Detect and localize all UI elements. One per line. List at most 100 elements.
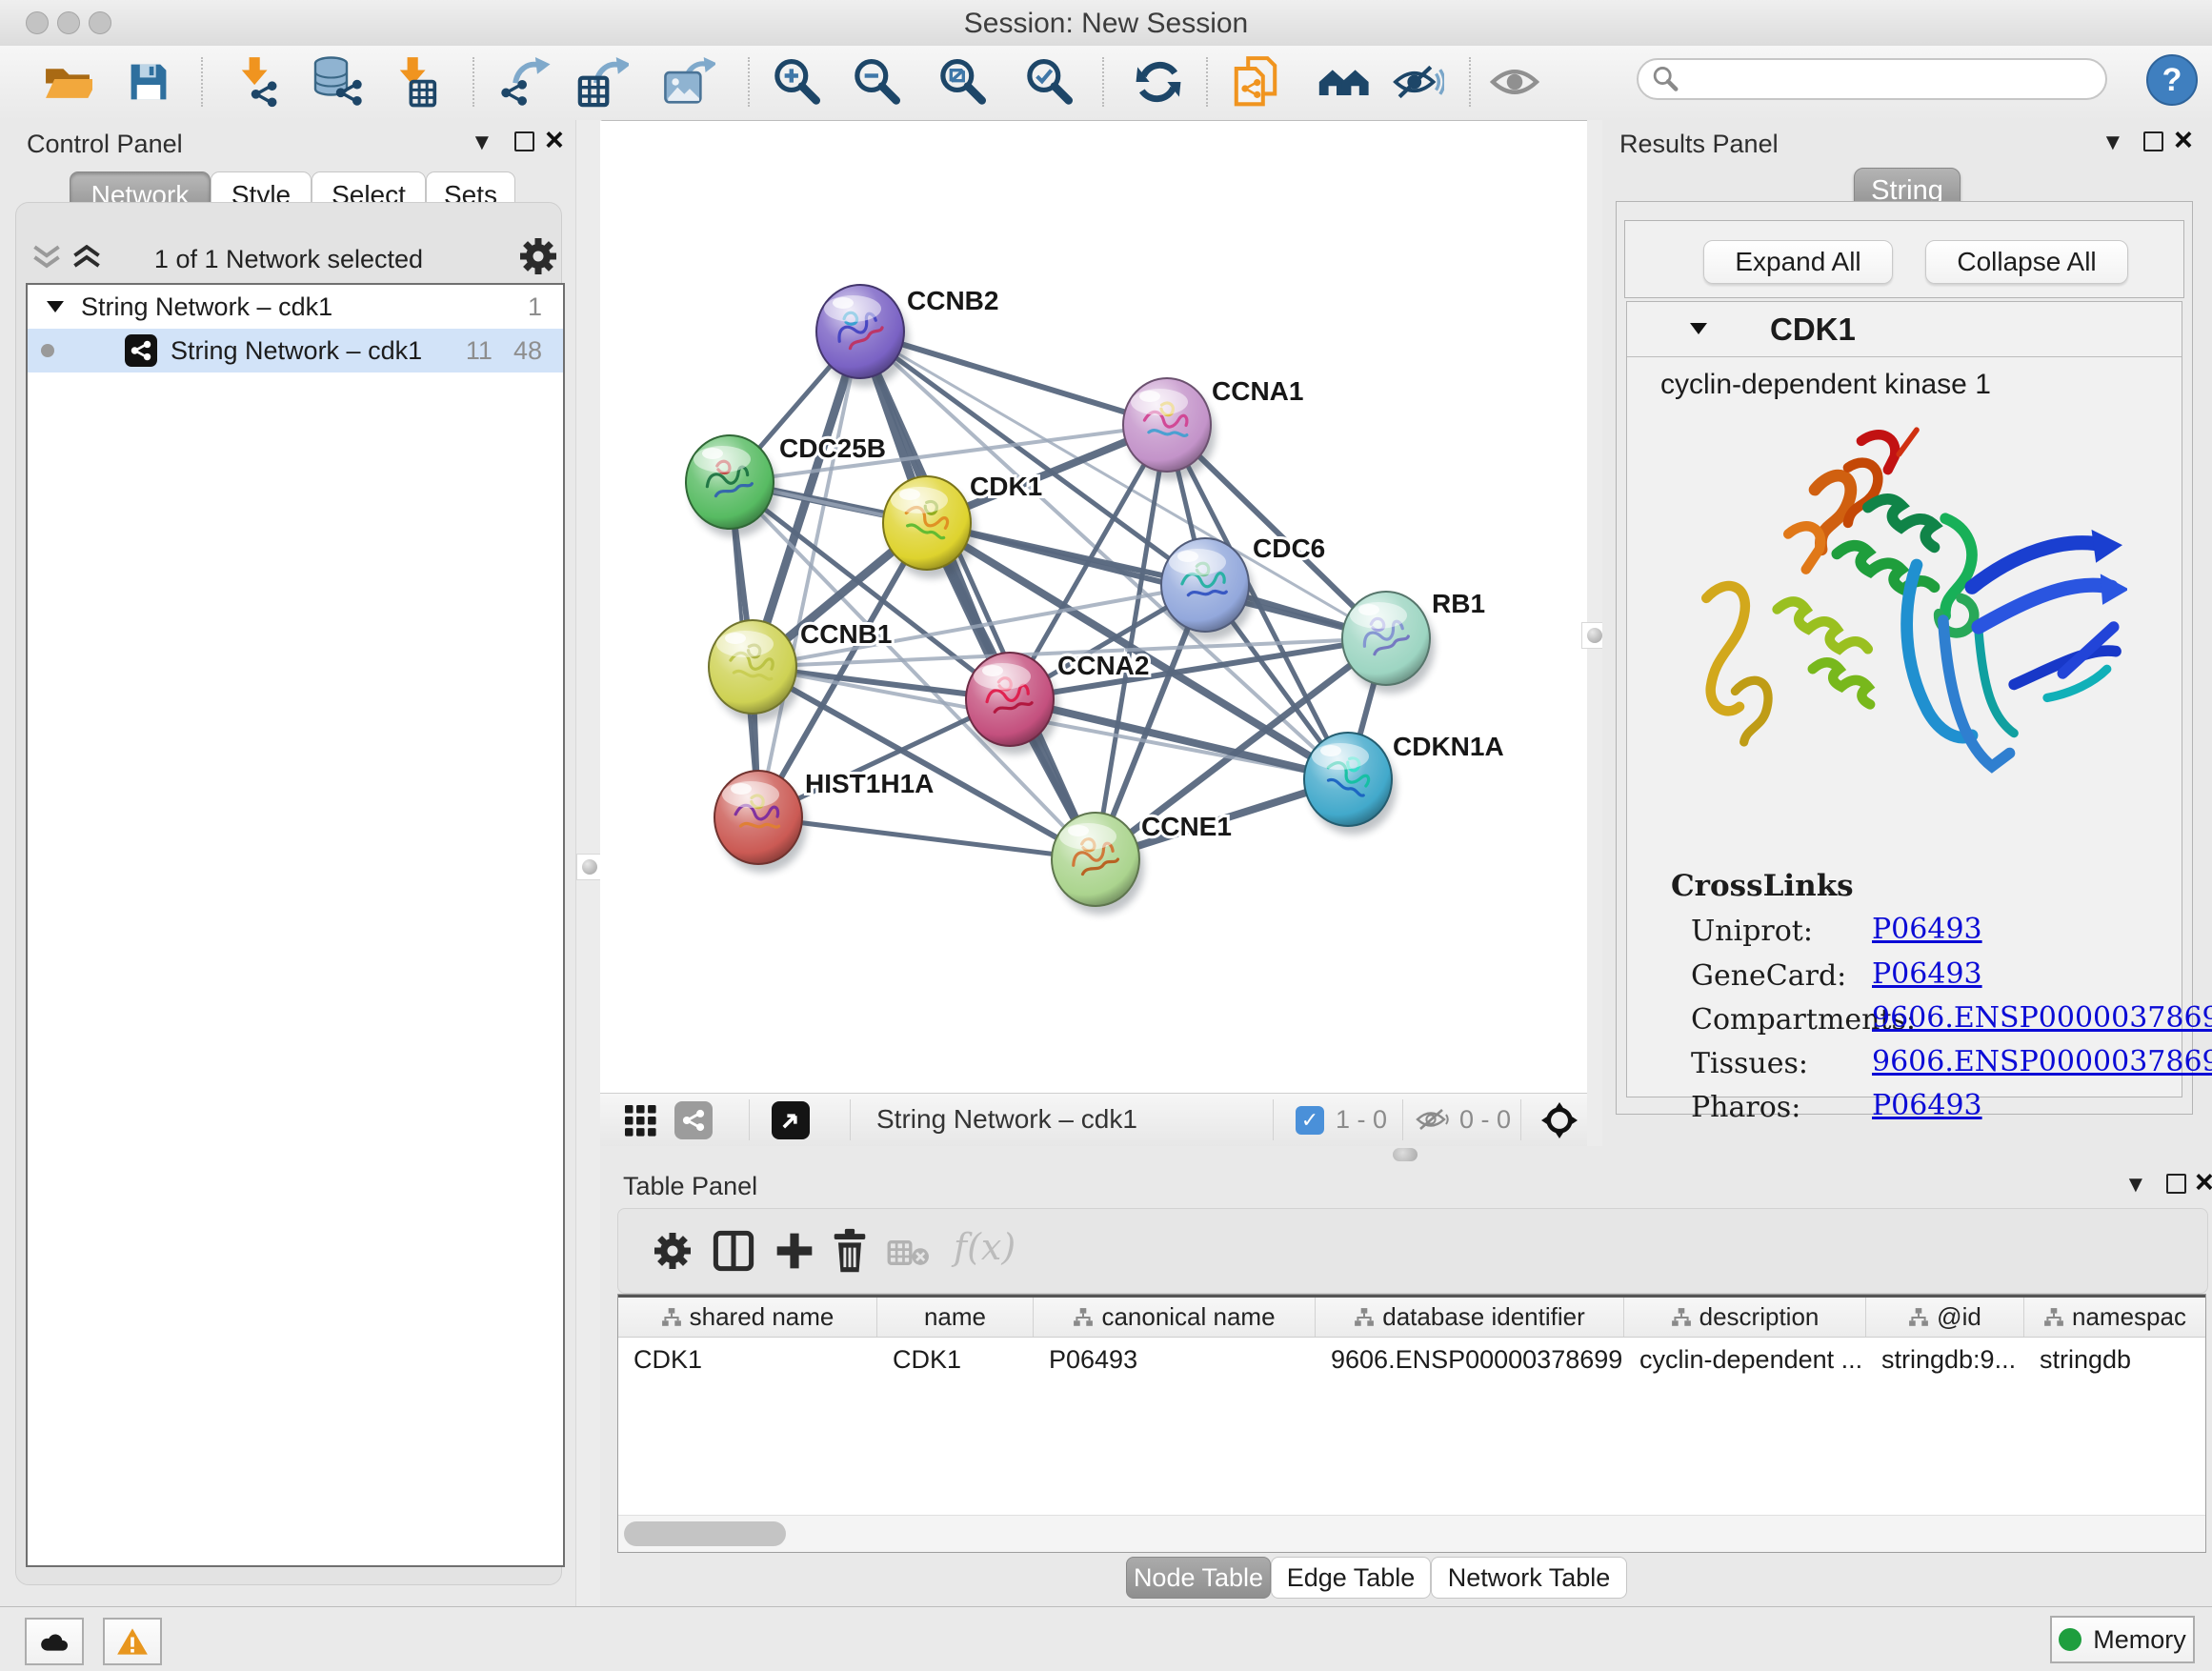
export-table-button[interactable]: [575, 52, 631, 111]
table-panel-float-icon[interactable]: [2166, 1174, 2186, 1194]
crosslink-tissues-link[interactable]: 9606.ENSP00000378699: [1872, 1045, 2212, 1078]
zoom-fit-button[interactable]: [935, 52, 990, 111]
save-session-button[interactable]: [121, 52, 176, 111]
zoom-fit-icon: [937, 57, 987, 107]
node-label-RB1: RB1: [1432, 589, 1485, 618]
results-panel-close-icon[interactable]: ×: [2174, 128, 2193, 152]
column-header-description[interactable]: description: [1624, 1298, 1866, 1337]
control-panel-close-icon[interactable]: ×: [545, 128, 564, 152]
cell-database-identifier[interactable]: 9606.ENSP00000378699: [1316, 1338, 1624, 1381]
birds-eye-view-icon[interactable]: [772, 1101, 810, 1139]
network-node-CCNB2[interactable]: CCNB2: [816, 285, 998, 387]
add-column-icon[interactable]: [774, 1230, 815, 1272]
table-settings-gear-icon[interactable]: [654, 1232, 692, 1270]
network-options-gear-icon[interactable]: [519, 237, 557, 275]
hide-selected-button[interactable]: [1391, 52, 1446, 111]
table-row[interactable]: CDK1 CDK1 P06493 9606.ENSP00000378699 cy…: [618, 1338, 2205, 1381]
horizontal-splitter[interactable]: [600, 1146, 2212, 1164]
scrollbar-thumb[interactable]: [624, 1521, 786, 1546]
toolbar-separator: [1469, 57, 1471, 107]
show-all-button[interactable]: [1487, 52, 1542, 111]
table-header-row: shared name name canonical name database…: [618, 1295, 2205, 1338]
tab-node-table[interactable]: Node Table: [1126, 1557, 1271, 1599]
network-node-CDKN1A[interactable]: CDKN1A: [1304, 732, 1504, 835]
open-session-button[interactable]: [40, 52, 95, 111]
collection-expander-icon[interactable]: [47, 301, 64, 312]
selected-checkbox-icon[interactable]: ✓: [1296, 1106, 1324, 1135]
crosslink-uniprot-link[interactable]: P06493: [1872, 913, 1982, 946]
vertical-splitter-left[interactable]: [575, 120, 602, 1606]
import-network-database-button[interactable]: [311, 52, 366, 111]
network-node-CCNB1[interactable]: CCNB1: [709, 619, 892, 722]
crosslink-pharos-link[interactable]: P06493: [1872, 1089, 1982, 1122]
results-panel-float-icon[interactable]: [2143, 131, 2163, 151]
export-network-button[interactable]: [497, 52, 553, 111]
column-header-id[interactable]: @id: [1866, 1298, 2024, 1337]
refresh-button[interactable]: [1131, 52, 1186, 111]
column-header-database-identifier[interactable]: database identifier: [1316, 1298, 1624, 1337]
network-node-CDK1[interactable]: CDK1: [883, 472, 1042, 578]
control-panel-collapse-icon[interactable]: ▼: [471, 131, 493, 154]
network-canvas[interactable]: CCNB2CCNA1CDC25BCDK1CDC6RB1CCNB1CCNA2CDK…: [600, 121, 1587, 1093]
collapse-all-button[interactable]: Collapse All: [1925, 240, 2128, 284]
cell-canonical-name[interactable]: P06493: [1034, 1338, 1316, 1381]
result-card-header[interactable]: CDK1: [1627, 302, 2182, 357]
refresh-icon: [1135, 58, 1182, 106]
fit-content-crosshair-icon[interactable]: [1541, 1102, 1578, 1138]
expand-all-button[interactable]: Expand All: [1703, 240, 1893, 284]
column-header-name[interactable]: name: [877, 1298, 1034, 1337]
table-horizontal-scrollbar[interactable]: [618, 1515, 2205, 1552]
tab-edge-table[interactable]: Edge Table: [1271, 1557, 1431, 1599]
zoom-selected-button[interactable]: [1021, 52, 1076, 111]
copy-network-icon: [1232, 55, 1279, 109]
cell-namespace[interactable]: stringdb: [2024, 1338, 2205, 1381]
vertical-splitter-right[interactable]: [1587, 120, 1603, 1146]
network-node-CCNE1[interactable]: CCNE1: [1052, 812, 1232, 915]
cell-name[interactable]: CDK1: [877, 1338, 1034, 1381]
tab-network-table[interactable]: Network Table: [1431, 1557, 1627, 1599]
network-node-HIST1H1A[interactable]: HIST1H1A: [714, 769, 934, 873]
copy-network-button[interactable]: [1228, 52, 1283, 111]
network-row-selected[interactable]: String Network – cdk1 11 48: [28, 329, 563, 372]
zoom-in-button[interactable]: [769, 52, 824, 111]
table-panel-close-icon[interactable]: ×: [2195, 1170, 2212, 1195]
network-graph[interactable]: CCNB2CCNA1CDC25BCDK1CDC6RB1CCNB1CCNA2CDK…: [600, 121, 1587, 1093]
network-node-CDC25B[interactable]: CDC25B: [686, 433, 886, 537]
result-expander-icon[interactable]: [1690, 323, 1707, 334]
search-field[interactable]: [1637, 58, 2107, 100]
home-button[interactable]: [1316, 52, 1371, 111]
import-network-file-button[interactable]: [230, 52, 285, 111]
network-list: String Network – cdk1 1 String Network –…: [26, 283, 565, 1567]
column-header-namespace[interactable]: namespac: [2024, 1298, 2205, 1337]
grid-view-icon[interactable]: [625, 1105, 657, 1137]
crosslink-compartments-link[interactable]: 9606.ENSP00000378699: [1872, 1001, 2212, 1035]
memory-button[interactable]: Memory: [2050, 1616, 2195, 1663]
search-input[interactable]: [1679, 64, 2082, 95]
splitter-knob[interactable]: [1393, 1148, 1418, 1161]
crosslink-genecard-link[interactable]: P06493: [1872, 957, 1982, 991]
network-share-view-icon[interactable]: [674, 1101, 713, 1139]
import-table-button[interactable]: [388, 52, 443, 111]
delete-column-icon[interactable]: [830, 1228, 870, 1274]
cell-shared-name[interactable]: CDK1: [618, 1338, 877, 1381]
network-collection-row[interactable]: String Network – cdk1 1: [28, 285, 563, 329]
network-node-RB1[interactable]: RB1: [1342, 589, 1485, 694]
network-tab-panel: 1 of 1 Network selected String Network –…: [15, 202, 562, 1585]
column-header-canonical-name[interactable]: canonical name: [1034, 1298, 1316, 1337]
warnings-button[interactable]: [103, 1618, 162, 1665]
export-image-button[interactable]: [662, 52, 717, 111]
network-node-CCNA1[interactable]: CCNA1: [1123, 376, 1303, 480]
cloud-status-button[interactable]: [25, 1618, 84, 1665]
table-panel-collapse-icon[interactable]: ▼: [2124, 1174, 2147, 1197]
splitter-knob[interactable]: [576, 854, 603, 880]
cell-id[interactable]: stringdb:9...: [1866, 1338, 2024, 1381]
column-header-shared-name[interactable]: shared name: [618, 1298, 877, 1337]
window-title: Session: New Session: [0, 8, 2212, 40]
help-button[interactable]: ?: [2146, 54, 2198, 106]
control-panel-float-icon[interactable]: [514, 131, 534, 151]
houses-icon: [1317, 61, 1370, 103]
cell-description[interactable]: cyclin-dependent ...: [1624, 1338, 1866, 1381]
show-columns-icon[interactable]: [713, 1230, 754, 1272]
zoom-out-button[interactable]: [849, 52, 904, 111]
results-panel-collapse-icon[interactable]: ▼: [2101, 131, 2124, 154]
